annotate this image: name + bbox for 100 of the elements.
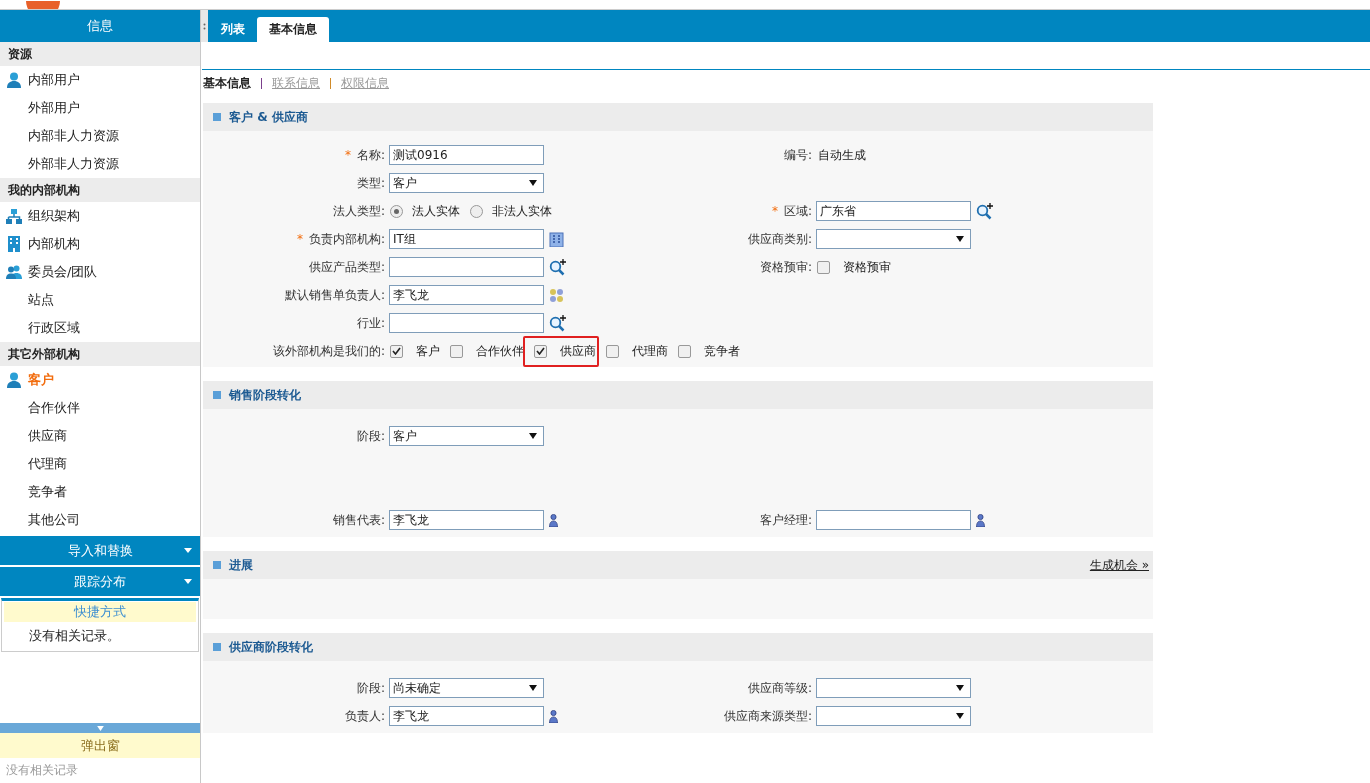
field-label: 行业: [355, 314, 386, 332]
caret-icon [956, 685, 964, 691]
field-label: * 区域: [770, 202, 813, 220]
text-field[interactable]: 李飞龙 [389, 510, 544, 530]
dropdown[interactable]: 客户 [389, 173, 544, 193]
checkbox-label: 合作伙伴 [476, 342, 524, 360]
sidebar-item[interactable]: 外部用户 [28, 99, 80, 117]
sidebar-item[interactable]: 竞争者 [28, 483, 67, 501]
section-title: 销售阶段转化 [229, 386, 302, 404]
checkbox[interactable] [678, 344, 691, 358]
field-label: 客户经理: [758, 511, 813, 529]
person-icon[interactable] [976, 513, 985, 527]
text-field[interactable] [389, 257, 544, 277]
search-icon[interactable] [549, 258, 566, 276]
caret-icon [184, 579, 192, 584]
checkbox[interactable] [817, 260, 830, 274]
field-label: * 负责内部机构: [295, 230, 386, 248]
checkbox-label: 供应商 [560, 342, 596, 360]
sidebar-item[interactable]: 行政区域 [28, 319, 80, 337]
dropdown[interactable] [816, 229, 971, 249]
checkbox-label: 客户 [416, 342, 440, 360]
checkbox[interactable] [450, 344, 463, 358]
field-label: 销售代表: [331, 511, 386, 529]
check-icon [536, 347, 545, 355]
square-icon [213, 391, 221, 399]
caret-icon [184, 548, 192, 553]
radio-label: 法人实体 [412, 202, 460, 220]
text-field[interactable]: IT组 [389, 229, 544, 249]
group-header: 资源 [0, 42, 200, 66]
field-label: * 名称: [343, 146, 386, 164]
tab[interactable]: 基本信息 [257, 17, 329, 42]
radio-button[interactable] [390, 204, 403, 218]
square-icon [213, 643, 221, 651]
text-field[interactable] [389, 313, 544, 333]
field-label: 阶段: [355, 427, 386, 445]
person-icon[interactable] [549, 513, 558, 527]
action-link[interactable]: 生成机会 » [1089, 556, 1149, 574]
building-icon [7, 236, 21, 252]
accordion-header[interactable]: 跟踪分布 [0, 567, 200, 596]
checkbox[interactable] [390, 344, 403, 358]
dropdown[interactable]: 客户 [389, 426, 544, 446]
caret-icon [956, 713, 964, 719]
empty-message: 没有相关记录。 [28, 627, 121, 645]
section-title: 客户 & 供应商 [229, 108, 309, 126]
sidebar-item[interactable]: 外部非人力资源 [28, 155, 119, 173]
field-label: 法人类型: [331, 202, 386, 220]
people-icon[interactable] [549, 287, 564, 303]
dropdown[interactable] [816, 706, 971, 726]
accordion-header[interactable]: 导入和替换 [0, 536, 200, 565]
square-icon [213, 113, 221, 121]
sidebar-item[interactable]: 其他公司 [28, 511, 80, 529]
checkbox[interactable] [534, 344, 547, 358]
sidebar-item[interactable]: 委员会/团队 [28, 263, 98, 281]
radio-label: 非法人实体 [492, 202, 552, 220]
text-field[interactable]: 李飞龙 [389, 706, 544, 726]
dropdown[interactable] [816, 678, 971, 698]
checkbox-label: 代理商 [632, 342, 668, 360]
text-field[interactable] [816, 510, 971, 530]
dropdown[interactable]: 尚未确定 [389, 678, 544, 698]
panel-title: 弹出窗 [0, 733, 200, 758]
sidebar-item[interactable]: 内部非人力资源 [28, 127, 119, 145]
field-label: 供应产品类型: [307, 258, 386, 276]
panel-title: 快捷方式 [4, 602, 196, 622]
checkbox[interactable] [606, 344, 619, 358]
sidebar-item[interactable]: 组织架构 [28, 207, 80, 225]
sidebar-item[interactable]: 合作伙伴 [28, 399, 80, 417]
section-link[interactable]: 基本信息 [203, 74, 251, 92]
sidebar-item[interactable]: 站点 [28, 291, 54, 309]
sidebar-item[interactable]: 供应商 [28, 427, 67, 445]
sidebar-title: 信息 [0, 10, 200, 42]
radio-button[interactable] [470, 204, 483, 218]
field-label: 供应商等级: [746, 679, 813, 697]
section-title: 进展 [229, 556, 254, 574]
field-label: 供应商来源类型: [722, 707, 813, 725]
section-title: 供应商阶段转化 [229, 638, 314, 656]
person-icon[interactable] [549, 709, 558, 723]
field-label: 编号: [782, 146, 813, 164]
sidebar-item[interactable]: 内部机构 [28, 235, 80, 253]
sidebar-item[interactable]: 代理商 [28, 455, 67, 473]
search-icon[interactable] [976, 202, 993, 220]
caret-icon [529, 685, 537, 691]
text-field[interactable]: 李飞龙 [389, 285, 544, 305]
splitter-handle[interactable] [201, 10, 208, 42]
caret-icon [529, 433, 537, 439]
tab[interactable]: 列表 [209, 17, 257, 42]
group-header: 其它外部机构 [0, 342, 200, 366]
group-header: 我的内部机构 [0, 178, 200, 202]
people-icon [6, 265, 22, 279]
field-label: 负责人: [343, 707, 386, 725]
search-icon[interactable] [549, 314, 566, 332]
square-icon [213, 561, 221, 569]
checkbox-label: 竞争者 [704, 342, 740, 360]
building-icon[interactable] [549, 231, 564, 247]
logo-icon [26, 1, 60, 9]
sidebar-item[interactable]: 内部用户 [28, 71, 80, 89]
check-icon [392, 347, 401, 355]
text-field[interactable]: 广东省 [816, 201, 971, 221]
text-field[interactable]: 测试0916 [389, 145, 544, 165]
field-label: 默认销售单负责人: [283, 286, 386, 304]
field-label: 阶段: [355, 679, 386, 697]
